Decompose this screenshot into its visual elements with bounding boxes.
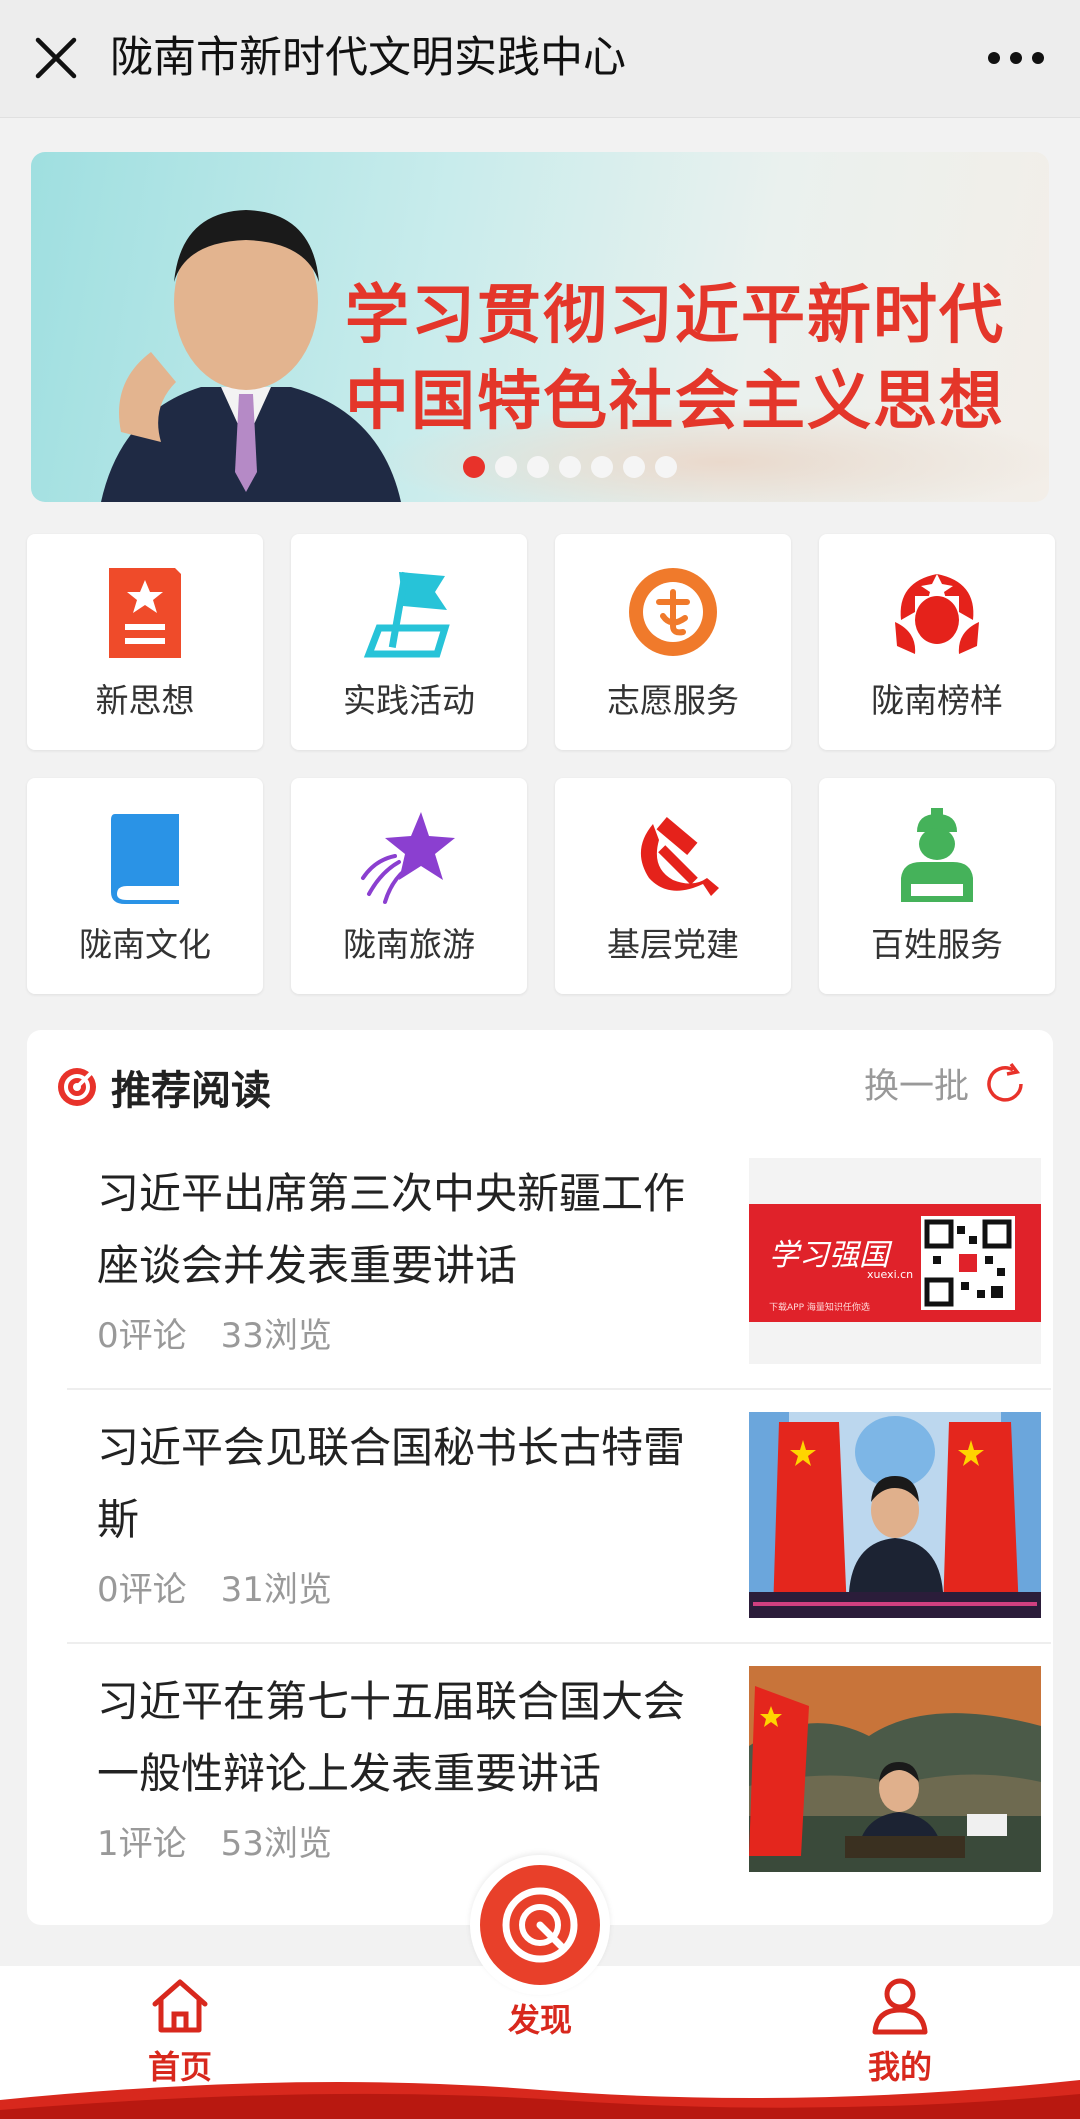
- recommend-title: 推荐阅读: [111, 1068, 271, 1114]
- document-star-icon: [109, 568, 181, 658]
- flag-icon: [363, 571, 450, 658]
- article-meta: 1评论 53浏览: [97, 1816, 366, 1865]
- comment-count: 1评论: [97, 1824, 187, 1864]
- divider: [67, 1388, 1051, 1390]
- banner-carousel[interactable]: 学习贯彻习近平新时代 中国特色社会主义思想: [31, 152, 1049, 502]
- grid-item-label: 百姓服务: [871, 925, 1003, 964]
- role-model-icon: [895, 574, 979, 654]
- refresh-icon: [987, 1062, 1023, 1102]
- qr-code-icon: [921, 1216, 1015, 1310]
- comment-count: 0评论: [97, 1316, 187, 1356]
- nav-find-button[interactable]: 发现: [440, 1855, 640, 2041]
- article-title[interactable]: 习近平会见联合国秘书长古特雷斯: [97, 1412, 697, 1556]
- carousel-dot[interactable]: [559, 456, 581, 478]
- article-meta: 0评论 31浏览: [97, 1562, 366, 1611]
- book-icon: [111, 814, 179, 904]
- banner-headline-2: 中国特色社会主义思想: [345, 365, 1005, 439]
- article-item[interactable]: 习近平会见联合国秘书长古特雷斯 0评论 31浏览: [67, 1392, 1051, 1642]
- recommend-header: 推荐阅读: [55, 1052, 271, 1122]
- more-dots-icon: [988, 52, 1044, 64]
- view-count: 53浏览: [220, 1824, 332, 1864]
- close-icon: [35, 37, 77, 79]
- grid-item-label: 陇南旅游: [343, 925, 475, 964]
- grid-item-label: 新思想: [95, 681, 195, 720]
- nav-find-label: 发现: [507, 2001, 572, 2039]
- hammer-sickle-icon: [640, 817, 719, 896]
- grid-item-party[interactable]: 基层党建: [555, 778, 791, 994]
- article-title[interactable]: 习近平出席第三次中央新疆工作座谈会并发表重要讲话: [97, 1158, 697, 1302]
- grid-item-new-thought[interactable]: 新思想: [27, 534, 263, 750]
- decorative-wave: [0, 2080, 1080, 2119]
- shooting-star-icon: [361, 812, 455, 904]
- carousel-dot[interactable]: [527, 456, 549, 478]
- target-icon: [58, 1068, 96, 1106]
- article-thumbnail[interactable]: 学习强国 xuexi.cn 下载APP 海量知识任你选: [749, 1158, 1041, 1364]
- user-icon: [872, 1978, 928, 2035]
- divider: [67, 1642, 1051, 1644]
- xuexi-banner: 学习强国 xuexi.cn 下载APP 海量知识任你选: [749, 1204, 1041, 1322]
- carousel-dot[interactable]: [495, 456, 517, 478]
- carousel-dot[interactable]: [591, 456, 613, 478]
- recommend-section: 推荐阅读 换一批 习近平出席第三次中央新疆工作座谈会并发表重要讲话 0评论 33浏…: [27, 1030, 1053, 1925]
- grid-item-service[interactable]: 百姓服务: [819, 778, 1055, 994]
- close-button[interactable]: [28, 30, 84, 86]
- find-circle: [470, 1855, 610, 1995]
- grid-item-label: 实践活动: [343, 681, 475, 720]
- xuexi-caption: 下载APP 海量知识任你选: [769, 1303, 870, 1313]
- home-icon: [152, 1979, 208, 2033]
- carousel-indicator: [463, 456, 677, 478]
- carousel-dot[interactable]: [463, 456, 485, 478]
- more-button[interactable]: [980, 34, 1052, 82]
- volunteer-badge-icon: [629, 568, 717, 656]
- page-title: 陇南市新时代文明实践中心: [110, 33, 626, 83]
- refresh-label: 换一批: [863, 1067, 969, 1107]
- article-title[interactable]: 习近平在第七十五届联合国大会一般性辩论上发表重要讲话: [97, 1666, 697, 1810]
- grid-item-practice[interactable]: 实践活动: [291, 534, 527, 750]
- grid-item-culture[interactable]: 陇南文化: [27, 778, 263, 994]
- xuexi-url: xuexi.cn: [867, 1268, 914, 1281]
- grid-item-label: 陇南文化: [79, 925, 211, 964]
- grid-item-label: 基层党建: [607, 925, 739, 964]
- service-person-icon: [901, 808, 973, 902]
- grid-item-label: 陇南榜样: [871, 681, 1003, 720]
- article-item[interactable]: 习近平出席第三次中央新疆工作座谈会并发表重要讲话 0评论 33浏览 学习强国 xu…: [67, 1138, 1051, 1388]
- comment-count: 0评论: [97, 1570, 187, 1610]
- banner-headline-1: 学习贯彻习近平新时代: [345, 279, 1005, 353]
- article-meta: 0评论 33浏览: [97, 1308, 366, 1357]
- compass-icon: [502, 1887, 578, 1963]
- article-thumbnail[interactable]: [749, 1412, 1041, 1618]
- grid-item-role-model[interactable]: 陇南榜样: [819, 534, 1055, 750]
- title-bar: 陇南市新时代文明实践中心: [0, 0, 1080, 118]
- grid-item-travel[interactable]: 陇南旅游: [291, 778, 527, 994]
- carousel-dot[interactable]: [655, 456, 677, 478]
- grid-item-volunteer[interactable]: 志愿服务: [555, 534, 791, 750]
- carousel-dot[interactable]: [623, 456, 645, 478]
- article-thumbnail[interactable]: [749, 1666, 1041, 1872]
- grid-item-label: 志愿服务: [607, 681, 739, 720]
- view-count: 33浏览: [220, 1316, 332, 1356]
- refresh-button[interactable]: 换一批: [864, 1058, 1029, 1109]
- view-count: 31浏览: [220, 1570, 332, 1610]
